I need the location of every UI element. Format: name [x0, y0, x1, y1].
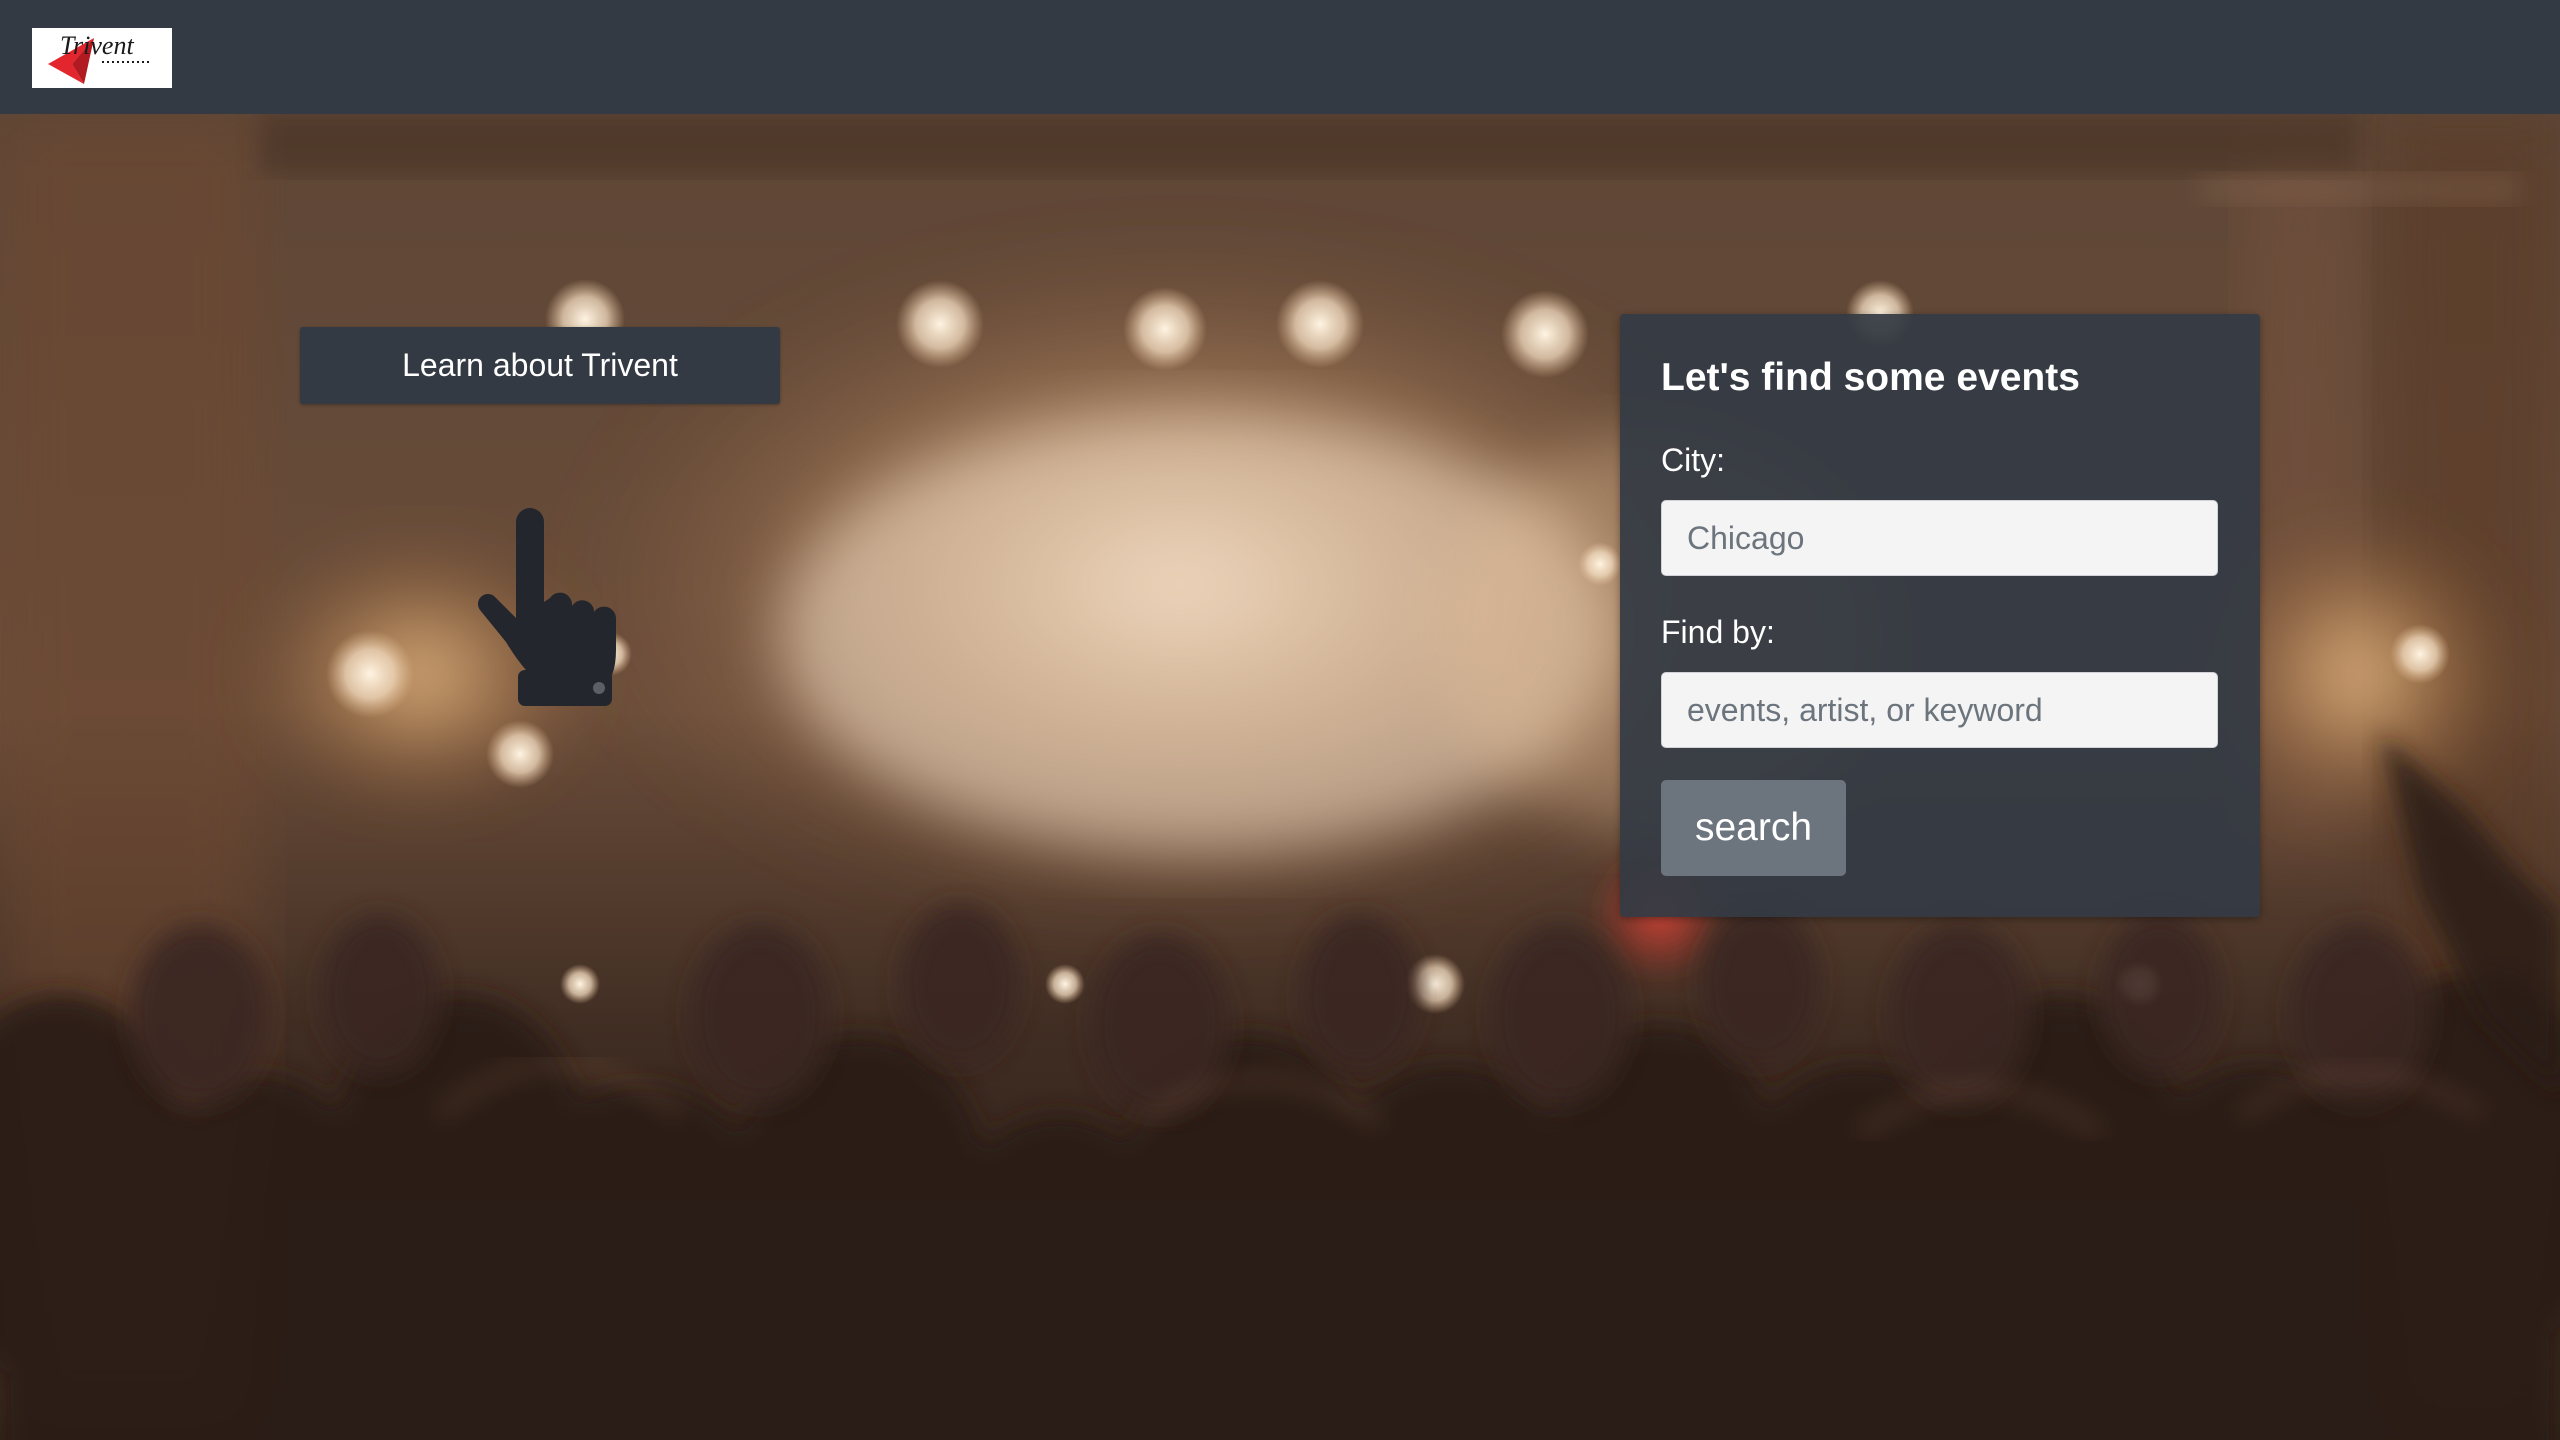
city-input[interactable]: [1661, 500, 2218, 576]
trivent-logo-icon: Trivent: [32, 28, 172, 88]
learn-about-button[interactable]: Learn about Trivent: [300, 327, 780, 404]
logo-wordmark: Trivent: [60, 31, 134, 60]
city-label: City:: [1661, 442, 1725, 478]
event-search-card: Let's find some events City: Find by: se…: [1620, 314, 2260, 917]
find-by-label: Find by:: [1661, 614, 1775, 650]
hand-pointing-up-icon: [474, 502, 634, 712]
hero-section: Learn about Trivent Let's find some even…: [0, 114, 2560, 1440]
top-navbar: Trivent: [0, 0, 2560, 114]
search-button[interactable]: search: [1661, 780, 1846, 876]
search-card-title: Let's find some events: [1661, 356, 2080, 399]
trivent-logo[interactable]: Trivent: [32, 28, 172, 88]
keyword-input[interactable]: [1661, 672, 2218, 748]
